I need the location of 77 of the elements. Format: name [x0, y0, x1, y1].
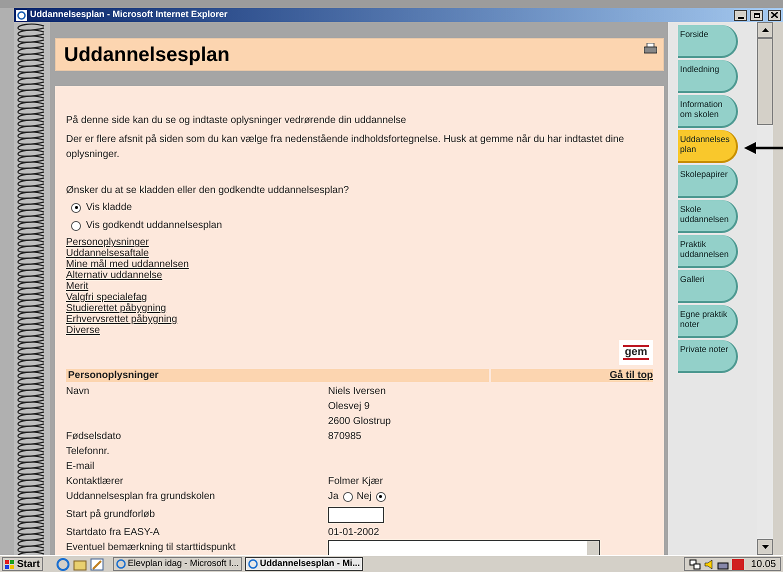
network-icon[interactable] — [688, 558, 701, 570]
field-value: 870985 — [328, 430, 362, 442]
field-label: Uddannelsesplan fra grundskolen — [66, 490, 215, 502]
field-label: Telefonnr. — [66, 446, 110, 456]
field-label: Eventuel bemærkning til starttidspunkt — [66, 542, 236, 552]
option-label: Ja — [328, 490, 339, 502]
browser-icon — [248, 559, 258, 569]
scroll-thumb[interactable] — [757, 38, 773, 125]
intro-text: Der er flere afsnit på siden som du kan vælge fra nedenstående indholdsfortegnelse. Husk at gemme når du har indtastet dine oplysninger. — [66, 133, 626, 162]
down-arrow-icon — [762, 545, 768, 549]
browser-icon[interactable] — [56, 558, 70, 570]
intro-text: På denne side kan du se og indtaste oplysninger vedrørende din uddannelse — [66, 114, 408, 128]
contents-link[interactable]: Alternativ uddannelse — [66, 270, 162, 281]
contents-link[interactable]: Merit — [66, 281, 88, 292]
field-value: 01-01-2002 — [328, 526, 380, 538]
text-input[interactable] — [328, 506, 384, 522]
nav-tab[interactable]: Indledning — [678, 60, 738, 93]
nav-tab[interactable]: Egne praktik noter — [678, 305, 738, 338]
field-value: 2600 Glostrup — [328, 416, 391, 428]
nav-tab[interactable]: Galleri — [678, 270, 738, 303]
folder-icon[interactable] — [72, 558, 87, 570]
dropdown-field[interactable] — [328, 540, 600, 555]
pencil-icon[interactable] — [90, 558, 104, 570]
nav-tab[interactable]: Skole uddannelsen — [678, 200, 738, 233]
close-icon — [771, 12, 778, 18]
browser-icon — [116, 559, 126, 569]
radio-button[interactable] — [376, 492, 386, 502]
clock: 10.05 — [750, 558, 776, 572]
scroll-down-button[interactable] — [757, 539, 773, 555]
nav-tab[interactable]: Private noter — [678, 340, 738, 373]
field-value: Folmer Kjær — [328, 476, 384, 488]
start-button[interactable]: Start — [2, 557, 43, 571]
radio-button[interactable] — [71, 220, 81, 230]
scroll-up-button[interactable] — [757, 22, 773, 38]
taskbar-button[interactable]: Elevplan idag - Microsoft I... — [112, 557, 242, 571]
contents-link[interactable]: Studierettet påbygning — [66, 303, 166, 314]
field-label: Start på grundforløb — [66, 509, 155, 520]
taskbar-button[interactable]: Uddannelsesplan - Mi... — [244, 557, 363, 571]
option-label: Nej — [356, 490, 372, 502]
field-value: Olesvej 9 — [328, 400, 370, 412]
vertical-scrollbar[interactable] — [757, 22, 773, 555]
printer-icon[interactable] — [644, 43, 657, 54]
nav-tab[interactable]: Forside — [678, 25, 738, 58]
nav-tab[interactable]: Skolepapirer — [678, 165, 738, 198]
window-title: Uddannelsesplan - Microsoft Internet Explorer — [30, 8, 229, 22]
field-label: Navn — [66, 386, 90, 396]
option-label: Vis kladde — [86, 201, 132, 215]
field-label: Startdato fra EASY-A — [66, 526, 160, 538]
radio-button[interactable] — [71, 202, 81, 212]
speaker-icon[interactable] — [704, 558, 714, 570]
contents-link[interactable]: Diverse — [66, 325, 100, 336]
option-label: Vis godkendt uddannelsesplan — [86, 219, 222, 233]
field-value: Niels Iversen — [328, 386, 386, 398]
contents-link[interactable]: Uddannelsesaftale — [66, 248, 149, 259]
field-label: Fødselsdato — [66, 430, 122, 442]
contents-link[interactable]: Mine mål med uddannelsen — [66, 259, 189, 270]
nav-tab[interactable]: Uddannelses plan — [678, 130, 738, 163]
browser-icon — [16, 10, 27, 20]
field-label: E-mail — [66, 460, 94, 472]
nav-tab[interactable]: Praktik uddannelsen — [678, 235, 738, 268]
contents-link[interactable]: Personoplysninger — [66, 237, 149, 248]
contents-link[interactable]: Valgfri specialefag — [66, 292, 147, 303]
close-button[interactable] — [768, 10, 781, 20]
field-label: Kontaktlærer — [66, 476, 124, 486]
page-title: Uddannelsesplan — [64, 42, 230, 68]
radio-button[interactable] — [342, 492, 353, 502]
arrow-annotation — [744, 142, 783, 154]
logo-text: gem — [622, 345, 650, 360]
restore-button[interactable] — [750, 10, 763, 20]
minimize-button[interactable] — [734, 10, 747, 20]
contents-link[interactable]: Erhvervsrettet påbygning — [66, 314, 178, 325]
nav-tab[interactable]: Information om skolen — [678, 95, 738, 128]
windows-logo-icon — [5, 560, 15, 568]
question-text: Ønsker du at se kladden eller den godkendte uddannelsesplan? — [66, 184, 350, 198]
up-arrow-icon — [762, 28, 768, 32]
app-icon[interactable] — [732, 558, 744, 570]
section-heading: Personoplysninger — [66, 369, 489, 382]
